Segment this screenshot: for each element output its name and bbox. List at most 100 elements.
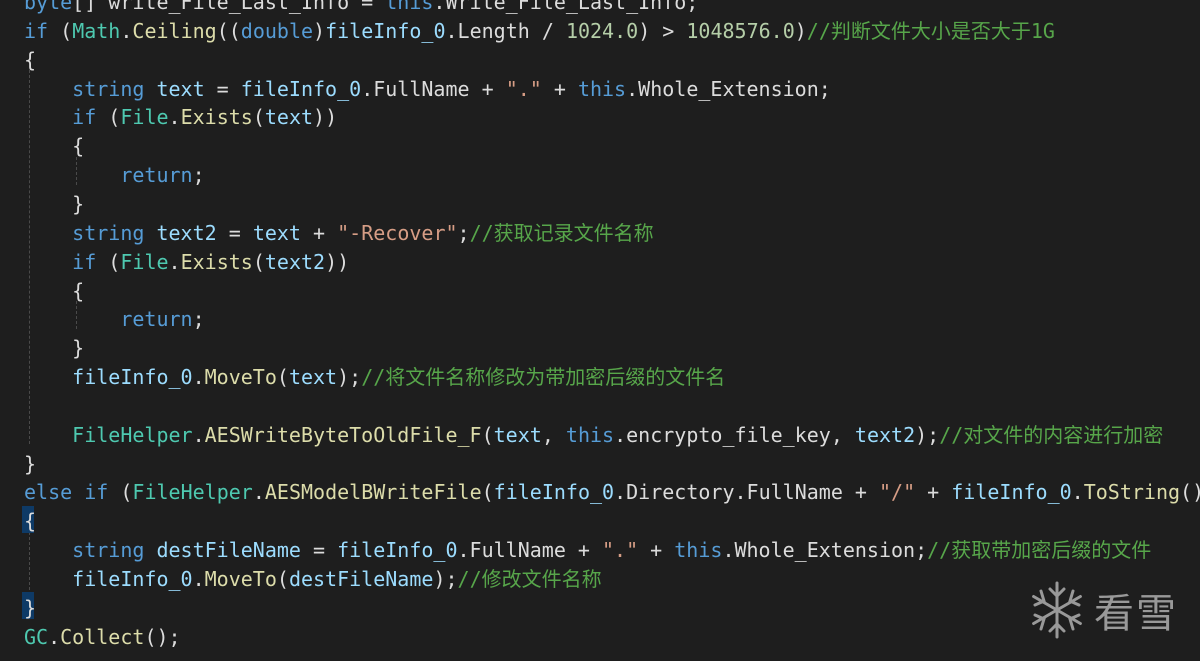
code-token: text: [493, 422, 542, 447]
code-token: ((: [216, 18, 241, 43]
code-token: .: [192, 422, 205, 447]
code-token: AESModelBWriteFile: [264, 480, 482, 505]
code-token: .: [168, 249, 181, 274]
watermark-text: 看雪: [1094, 591, 1178, 637]
code-token: if: [24, 18, 49, 43]
code-token: (: [276, 365, 289, 390]
code-token: .Length /: [445, 18, 566, 43]
code-line: {: [24, 277, 84, 306]
code-token: ;: [192, 307, 205, 332]
code-token: {: [24, 509, 37, 534]
code-token: ) >: [638, 18, 687, 43]
code-token: )): [313, 105, 338, 130]
code-line: string text = fileInfo_0.FullName + "." …: [24, 75, 831, 104]
code-line: {: [24, 132, 84, 161]
code-token: ): [794, 18, 807, 43]
code-token: ;: [192, 163, 205, 188]
code-token: Exists: [180, 105, 253, 130]
code-line: return;: [24, 305, 205, 334]
snowflake-icon: [1032, 581, 1082, 639]
code-token: text2: [156, 220, 217, 245]
code-token: byte: [24, 0, 73, 14]
code-token: //修改文件名称: [457, 567, 602, 591]
code-line: fileInfo_0.MoveTo(destFileName);//修改文件名称: [24, 565, 602, 594]
code-line: }: [24, 334, 84, 363]
code-editor[interactable]: byte[] write_File_Last_Info = this.Write…: [0, 0, 1200, 661]
code-token: +: [638, 538, 675, 563]
code-token: );: [337, 365, 362, 390]
code-token: if: [84, 480, 109, 505]
code-token: =: [204, 76, 241, 101]
code-token: return: [120, 307, 193, 332]
code-token: text: [252, 220, 301, 245]
code-token: }: [24, 595, 37, 620]
code-token: +: [915, 480, 952, 505]
code-line: fileInfo_0.MoveTo(text);//将文件名称修改为带加密后缀的…: [24, 363, 725, 392]
code-token: }: [24, 191, 85, 216]
code-token: ".": [602, 538, 639, 563]
code-token: .Write_File_Last_Info;: [433, 0, 699, 14]
code-token: if: [72, 249, 97, 274]
code-token: Math: [72, 18, 121, 43]
code-token: destFileName: [156, 538, 301, 563]
code-token: fileInfo_0: [951, 480, 1072, 505]
code-line: }: [24, 594, 36, 623]
code-token: text: [288, 365, 338, 390]
code-line: string text2 = text + "-Recover";//获取记录文…: [24, 219, 654, 248]
code-token: =: [216, 220, 253, 245]
code-token: ,: [541, 422, 566, 447]
code-token: text: [156, 76, 205, 101]
code-token: File: [120, 105, 169, 130]
code-token: FileHelper: [72, 422, 193, 447]
code-token: 1024.0: [565, 18, 639, 43]
code-token: (: [108, 480, 133, 505]
code-token: .Whole_Extension;: [722, 538, 928, 563]
code-line: {: [24, 507, 36, 536]
code-token: string: [72, 220, 145, 245]
code-token: double: [240, 18, 314, 43]
code-token: this: [674, 538, 723, 563]
code-token: )): [325, 249, 350, 274]
code-token: {: [24, 278, 85, 303]
code-token: //获取记录文件名称: [469, 220, 654, 245]
code-token: ToString: [1083, 480, 1181, 505]
code-token: string: [72, 76, 145, 101]
code-line: if (Math.Ceiling((double)fileInfo_0.Leng…: [24, 17, 1055, 46]
code-token: .FullName +: [361, 76, 506, 101]
code-token: .: [1071, 480, 1084, 505]
code-token: text: [264, 105, 314, 130]
code-token: {: [24, 134, 85, 159]
code-token: .Whole_Extension;: [626, 76, 831, 101]
code-token: FileHelper: [132, 480, 253, 505]
code-token: if: [72, 105, 97, 130]
code-token: (: [252, 105, 265, 130]
code-line: byte[] write_File_Last_Info = this.Write…: [24, 0, 698, 17]
code-token: );: [433, 567, 458, 591]
code-line: }: [24, 450, 36, 479]
code-line: {: [24, 46, 36, 75]
code-token: Collect: [60, 624, 145, 649]
code-token: (: [96, 105, 121, 130]
code-token: this: [577, 76, 627, 101]
code-token: File: [120, 249, 169, 274]
code-line: string destFileName = fileInfo_0.FullNam…: [24, 536, 1151, 565]
code-token: (: [481, 480, 494, 505]
code-token: }: [24, 451, 37, 476]
code-token: this: [565, 422, 615, 447]
code-token: //获取带加密后缀的文件: [927, 538, 1152, 563]
code-token: .: [192, 567, 205, 591]
code-token: text2: [264, 249, 326, 274]
code-token: );: [915, 422, 940, 447]
code-token: (: [48, 18, 73, 43]
code-token: ();: [144, 624, 181, 649]
code-token: .: [192, 365, 205, 390]
